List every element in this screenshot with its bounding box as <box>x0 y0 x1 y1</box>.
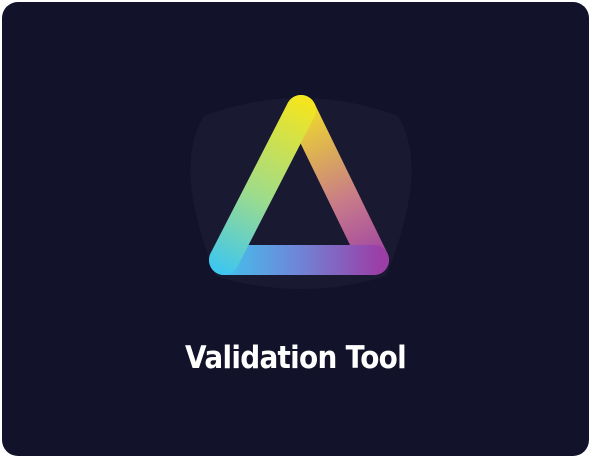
app-title: Validation Tool <box>185 340 407 376</box>
app-card[interactable]: Validation Tool <box>2 2 589 456</box>
triangle-logo-icon <box>164 88 438 304</box>
